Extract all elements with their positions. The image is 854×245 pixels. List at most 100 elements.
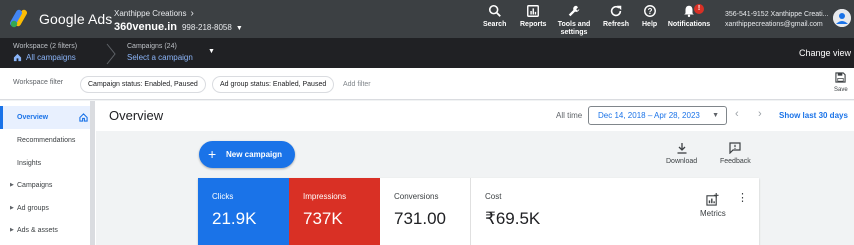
home-icon <box>79 113 88 122</box>
scorecard-value: 737K <box>303 209 343 228</box>
sidebar-item-ads-assets[interactable]: ▶ Ads & assets <box>0 219 90 242</box>
scorecards-panel: Clicks 21.9K Impressions 737K Conversion… <box>198 178 759 245</box>
navigation-bar: Workspace (2 filters) All campaigns Camp… <box>0 38 854 68</box>
avatar[interactable] <box>833 9 851 27</box>
tools-settings-button[interactable]: Tools and settings <box>556 4 592 37</box>
caret-down-icon: ▼ <box>235 25 243 32</box>
metrics-icon <box>706 193 719 206</box>
expand-arrow-icon: ▶ <box>10 182 14 188</box>
scorecard-conversions[interactable]: Conversions 731.00 <box>380 178 471 245</box>
more-options-icon[interactable]: ⋮ <box>737 193 748 204</box>
svg-text:?: ? <box>647 7 652 16</box>
overview-header: Overview All time Dec 14, 2018 – Apr 28,… <box>96 101 854 131</box>
scorecard-label: Conversions <box>394 192 439 201</box>
download-button[interactable]: Download <box>666 142 697 165</box>
expand-arrow-icon: ▶ <box>10 227 14 233</box>
scorecard-clicks[interactable]: Clicks 21.9K <box>198 178 289 245</box>
sidebar: Overview Recommendations Insights ▶ Camp… <box>0 101 96 245</box>
campaign-selector[interactable]: Campaigns (24) Select a campaign <box>127 43 193 62</box>
date-range-value: Dec 14, 2018 – Apr 28, 2023 <box>598 111 700 120</box>
save-icon <box>835 72 846 83</box>
account-switcher[interactable]: Xanthippe Creations › 360venue.in 998-218… <box>114 8 243 33</box>
page-title: Overview <box>109 108 164 123</box>
help-label: Help <box>642 21 658 28</box>
save-label: Save <box>834 87 848 93</box>
user-line-1: 356-541-9152 Xanthippe Creati... <box>725 11 829 18</box>
caret-down-icon[interactable]: ▼ <box>208 48 215 55</box>
scorecard-impressions[interactable]: Impressions 737K <box>289 178 380 245</box>
previous-period-icon[interactable]: ‹ <box>735 108 739 120</box>
campaigns-small-label: Campaigns (24) <box>127 43 177 50</box>
user-account-info[interactable]: 356-541-9152 Xanthippe Creati... xanthip… <box>725 10 829 30</box>
caret-down-icon: ▼ <box>712 112 719 119</box>
google-ads-logo[interactable]: Google Ads <box>9 9 112 29</box>
reports-icon <box>527 5 540 17</box>
sidebar-scrollbar[interactable] <box>90 101 95 245</box>
sidebar-item-overview[interactable]: Overview <box>0 106 90 129</box>
tools-settings-label: Tools and settings <box>557 21 591 36</box>
sidebar-item-ad-groups[interactable]: ▶ Ad groups <box>0 197 90 220</box>
home-icon <box>13 53 22 62</box>
show-last-30-days-button[interactable]: Show last 30 days <box>779 111 848 120</box>
sidebar-item-label: Overview <box>17 114 49 121</box>
feedback-icon <box>729 142 741 154</box>
workspace-filter-bar: Workspace filter Campaign status: Enable… <box>0 68 854 100</box>
download-icon <box>677 143 687 154</box>
feedback-button[interactable]: Feedback <box>720 142 751 165</box>
expand-arrow-icon: ▶ <box>10 205 14 211</box>
date-range-label: All time <box>556 111 583 120</box>
search-icon <box>488 4 501 17</box>
wrench-icon <box>568 5 580 17</box>
account-site: 360venue.in <box>114 21 177 33</box>
scorecard-label: Cost <box>485 192 502 201</box>
download-label: Download <box>666 158 698 165</box>
filter-chip-campaign-status[interactable]: Campaign status: Enabled, Paused <box>80 76 206 93</box>
new-campaign-label: New campaign <box>226 150 283 159</box>
help-button[interactable]: ? Help <box>642 4 657 29</box>
plus-icon: + <box>208 146 217 162</box>
scorecard-label: Impressions <box>303 192 347 201</box>
change-view-button[interactable]: Change view <box>799 48 851 58</box>
scorecard-value: 21.9K <box>212 209 257 228</box>
sidebar-item-insights[interactable]: Insights <box>0 152 90 175</box>
notification-badge: ! <box>694 4 704 14</box>
scorecard-value: 731.00 <box>394 209 446 228</box>
save-button[interactable]: Save <box>834 72 848 93</box>
notifications-button[interactable]: ! Notifications <box>668 4 710 29</box>
search-button[interactable]: Search <box>483 4 506 29</box>
sidebar-item-label: Ad groups <box>17 205 49 212</box>
reports-label: Reports <box>520 21 547 28</box>
next-period-icon[interactable]: › <box>758 108 762 120</box>
search-label: Search <box>483 21 507 28</box>
campaigns-value: Select a campaign <box>127 53 193 62</box>
google-ads-logo-icon <box>9 9 33 29</box>
sidebar-item-label: Ads & assets <box>17 227 58 234</box>
date-range-picker[interactable]: Dec 14, 2018 – Apr 28, 2023 ▼ <box>588 106 727 125</box>
metrics-button[interactable]: Metrics <box>700 193 726 218</box>
refresh-button[interactable]: Refresh <box>603 4 629 29</box>
sidebar-item-campaigns[interactable]: ▶ Campaigns <box>0 174 90 197</box>
chevron-separator-icon <box>106 43 116 65</box>
help-icon: ? <box>643 5 656 17</box>
filter-chip-ad-group-status[interactable]: Ad group status: Enabled, Paused <box>212 76 335 93</box>
workspace-selector[interactable]: Workspace (2 filters) All campaigns <box>13 43 77 62</box>
scorecard-cost[interactable]: Cost ₹69.5K <box>471 178 562 245</box>
refresh-label: Refresh <box>603 21 630 28</box>
metrics-label: Metrics <box>700 209 726 218</box>
sidebar-item-label: Recommendations <box>17 137 76 144</box>
new-campaign-button[interactable]: + New campaign <box>199 141 295 168</box>
notifications-label: Notifications <box>667 21 711 28</box>
refresh-icon <box>610 5 622 17</box>
reports-button[interactable]: Reports <box>520 4 546 29</box>
workspace-value: All campaigns <box>26 53 76 62</box>
workspace-small-label: Workspace (2 filters) <box>13 43 78 50</box>
sidebar-item-label: Campaigns <box>17 182 53 189</box>
sidebar-item-label: Insights <box>17 160 42 167</box>
user-line-2: xanthippecreations@gmail.com <box>725 21 823 28</box>
sidebar-item-recommendations[interactable]: Recommendations <box>0 129 90 152</box>
chevron-right-icon: › <box>190 8 194 19</box>
workspace-filter-label: Workspace filter <box>13 79 64 86</box>
top-app-bar: Google Ads Xanthippe Creations › 360venue… <box>0 0 854 38</box>
feedback-label: Feedback <box>720 158 751 165</box>
add-filter-button[interactable]: Add filter <box>343 81 371 88</box>
